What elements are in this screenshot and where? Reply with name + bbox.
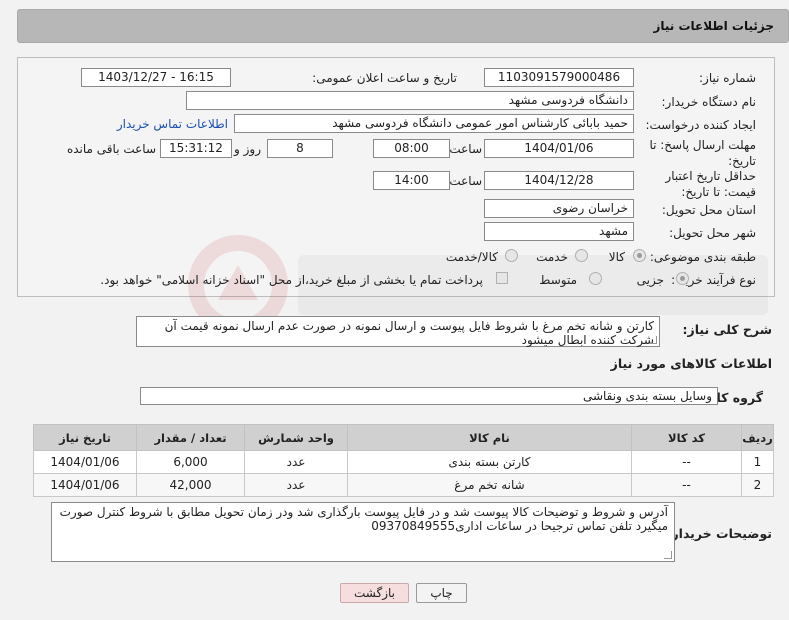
province-label: استان محل تحویل: xyxy=(661,203,756,217)
requester-label: ایجاد کننده درخواست: xyxy=(645,118,756,132)
category-label: طبقه بندی موضوعی: xyxy=(649,250,756,264)
process-medium-option: متوسط xyxy=(539,273,577,287)
send-deadline-date-field: 1404/01/06 xyxy=(484,139,634,158)
summary-text: کارتن و شانه تخم مرغ با شروط فایل پیوست … xyxy=(164,319,654,347)
buyer-notes-text: آدرس و شروط و توضیحات کالا پیوست شد و در… xyxy=(59,505,668,533)
cell-quantity: 6,000 xyxy=(136,450,245,474)
col-item-code: کد کالا xyxy=(631,424,742,451)
cell-row-number: 2 xyxy=(741,473,774,497)
category-goods-option: کالا xyxy=(608,250,625,264)
cell-unit: عدد xyxy=(244,450,348,474)
resize-handle-icon[interactable] xyxy=(649,336,657,344)
cell-item-name: کارتن بسته بندی xyxy=(347,450,632,474)
treasury-payment-note: پرداخت تمام یا بخشی از مبلغ خرید،از محل … xyxy=(100,273,483,287)
city-label: شهر محل تحویل: xyxy=(669,226,756,240)
send-deadline-time-field: 08:00 xyxy=(373,139,450,158)
print-button[interactable]: چاپ xyxy=(416,583,467,603)
buyer-contact-link[interactable]: اطلاعات تماس خریدار xyxy=(117,117,228,131)
price-validity-time-field: 14:00 xyxy=(373,171,450,190)
price-validity-time-label: ساعت xyxy=(449,174,482,188)
category-goods-radio[interactable] xyxy=(633,249,646,262)
goods-group-field: وسایل بسته بندی ونقاشی xyxy=(140,387,718,405)
page-title: جزئیات اطلاعات نیاز xyxy=(653,19,774,33)
treasury-payment-checkbox[interactable] xyxy=(496,272,508,284)
category-goods-service-radio[interactable] xyxy=(505,249,518,262)
col-need-date: تاریخ نیاز xyxy=(33,424,137,451)
requester-field: حمید بابائی کارشناس امور عمومی دانشگاه ف… xyxy=(234,114,634,133)
summary-textarea[interactable]: کارتن و شانه تخم مرغ با شروط فایل پیوست … xyxy=(136,316,660,347)
col-quantity: تعداد / مقدار xyxy=(136,424,245,451)
need-number-label: شماره نیاز: xyxy=(699,71,756,85)
back-button[interactable]: بازگشت xyxy=(340,583,409,603)
cell-unit: عدد xyxy=(244,473,348,497)
price-validity-date-field: 1404/12/28 xyxy=(484,171,634,190)
buyer-notes-textarea[interactable]: آدرس و شروط و توضیحات کالا پیوست شد و در… xyxy=(51,502,675,562)
process-minor-radio[interactable] xyxy=(676,272,689,285)
cell-item-code: -- xyxy=(631,450,742,474)
process-medium-radio[interactable] xyxy=(589,272,602,285)
goods-section-title: اطلاعات کالاهای مورد نیاز xyxy=(610,356,772,371)
table-row: 1 -- کارتن بسته بندی عدد 6,000 1404/01/0… xyxy=(33,450,774,474)
announce-date-label: تاریخ و ساعت اعلان عمومی: xyxy=(312,71,457,85)
category-service-option: خدمت xyxy=(536,250,568,264)
resize-handle-icon[interactable] xyxy=(664,551,672,559)
send-deadline-time-label: ساعت xyxy=(449,142,482,156)
page-header: جزئیات اطلاعات نیاز xyxy=(17,9,789,43)
remaining-days-field: 8 xyxy=(267,139,333,158)
price-validity-label: حداقل تاریخ اعتبار قیمت: تا تاریخ: xyxy=(665,169,756,199)
cell-need-date: 1404/01/06 xyxy=(33,450,137,474)
col-item-name: نام کالا xyxy=(347,424,632,451)
remaining-time-field: 15:31:12 xyxy=(160,139,232,158)
category-goods-service-option: کالا/خدمت xyxy=(445,250,498,264)
table-row: 2 -- شانه تخم مرغ عدد 42,000 1404/01/06 xyxy=(33,473,774,497)
need-number-field: 1103091579000486 xyxy=(484,68,634,87)
cell-quantity: 42,000 xyxy=(136,473,245,497)
remaining-time-label: ساعت باقی مانده xyxy=(66,142,156,156)
goods-table: ردیف کد کالا نام کالا واحد شمارش تعداد /… xyxy=(33,424,774,497)
col-row-number: ردیف xyxy=(741,424,774,451)
days-label: روز و xyxy=(234,142,261,156)
buyer-org-label: نام دستگاه خریدار: xyxy=(661,95,757,109)
cell-item-name: شانه تخم مرغ xyxy=(347,473,632,497)
announce-date-field: 1403/12/27 - 16:15 xyxy=(81,68,231,87)
buyer-org-field: دانشگاه فردوسی مشهد xyxy=(186,91,634,110)
buyer-notes-label: توضیحات خریدار: xyxy=(666,526,772,541)
cell-row-number: 1 xyxy=(741,450,774,474)
goods-table-header: ردیف کد کالا نام کالا واحد شمارش تعداد /… xyxy=(33,424,774,451)
summary-label: شرح کلی نیاز: xyxy=(682,322,772,337)
province-field: خراسان رضوی xyxy=(484,199,634,218)
category-service-radio[interactable] xyxy=(575,249,588,262)
cell-item-code: -- xyxy=(631,473,742,497)
col-unit: واحد شمارش xyxy=(244,424,348,451)
city-field: مشهد xyxy=(484,222,634,241)
send-deadline-label: مهلت ارسال پاسخ: تا تاریخ: xyxy=(649,138,756,168)
cell-need-date: 1404/01/06 xyxy=(33,473,137,497)
process-minor-option: جزیی xyxy=(636,273,664,287)
